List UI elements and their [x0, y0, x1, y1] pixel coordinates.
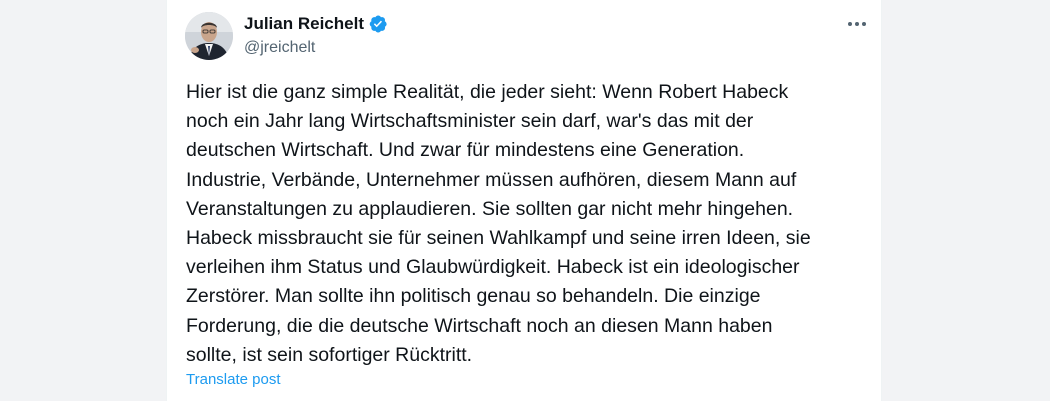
post-text-line: Hier ist die ganz simple Realität, die j…: [186, 81, 789, 103]
avatar-photo: [185, 12, 233, 60]
verified-badge-icon[interactable]: [368, 14, 388, 34]
post-card[interactable]: Julian Reichelt @jreichelt Hier ist die …: [166, 0, 882, 401]
post-text-line: Veranstaltungen zu applaudieren. Sie sol…: [186, 197, 794, 220]
author-handle[interactable]: @jreichelt: [244, 38, 315, 58]
post-text-line: verleihen ihm Status und Glaubwürdigkeit…: [186, 256, 800, 279]
post-text-line: Zerstörer. Man sollte ihn politisch gena…: [186, 285, 761, 308]
post-text-line: noch ein Jahr lang Wirtschaftsminister s…: [186, 110, 754, 133]
post-text-line: Forderung, die die deutsche Wirtschaft n…: [186, 314, 773, 337]
more-options-icon: [848, 22, 866, 26]
post-text-line: Industrie, Verbände, Unternehmer müssen …: [186, 168, 797, 191]
post-text-line: Habeck missbraucht sie für seinen Wahlka…: [186, 227, 811, 250]
more-options-button[interactable]: [843, 12, 871, 36]
post-text-line: deutschen Wirtschaft. Und zwar für minde…: [186, 139, 745, 162]
translate-post-link[interactable]: Translate post: [186, 371, 281, 389]
author-row: Julian Reichelt: [244, 13, 388, 35]
post-text-line: sollte, ist sein sofortiger Rücktritt.: [186, 343, 473, 366]
avatar[interactable]: [185, 12, 233, 60]
post-text: Hier ist die ganz simple Realität, die j…: [186, 78, 866, 370]
author-name[interactable]: Julian Reichelt: [244, 13, 364, 35]
